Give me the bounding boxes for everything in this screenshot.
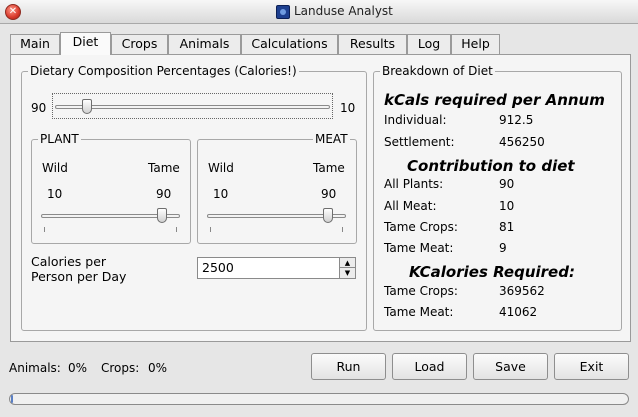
- app-icon: [276, 5, 290, 19]
- all-plants-value: 90: [499, 177, 515, 191]
- plant-wild-label: Wild: [42, 161, 68, 175]
- progress-fill: [11, 395, 13, 403]
- settlement-value: 456250: [499, 135, 545, 149]
- meat-slider-tick: [342, 227, 343, 232]
- plant-slider[interactable]: [40, 208, 182, 232]
- all-meat-value: 10: [499, 199, 515, 213]
- tab-calculations[interactable]: Calculations: [241, 34, 338, 54]
- plant-group-title: PLANT: [38, 132, 81, 146]
- meat-percent-value: 10: [340, 101, 356, 115]
- plant-slider-tick: [44, 227, 45, 232]
- tab-crops[interactable]: Crops: [111, 34, 168, 54]
- meat-slider-tick: [210, 227, 211, 232]
- all-plants-label: All Plants:: [384, 177, 444, 191]
- stepper-up-icon[interactable]: ▲: [340, 258, 355, 268]
- meat-group-title: MEAT: [313, 132, 350, 146]
- exit-button[interactable]: Exit: [554, 353, 629, 380]
- individual-value: 912.5: [499, 113, 534, 127]
- tab-main[interactable]: Main: [10, 34, 60, 54]
- tame-meat-label: Tame Meat:: [384, 241, 454, 255]
- kcalories-heading: KCalories Required:: [409, 263, 575, 281]
- kc-tame-meat-value: 41062: [499, 305, 538, 319]
- run-button[interactable]: Run: [311, 353, 386, 380]
- plant-slider-handle[interactable]: [157, 208, 168, 223]
- settlement-label: Settlement:: [384, 135, 455, 149]
- calories-label-line1: Calories per: [31, 254, 107, 269]
- kc-tame-crops-label: Tame Crops:: [384, 284, 458, 298]
- plant-percent-value: 90: [31, 101, 47, 115]
- contribution-heading: Contribution to diet: [407, 157, 575, 175]
- tab-log[interactable]: Log: [407, 34, 451, 54]
- meat-tame-label: Tame: [313, 161, 345, 175]
- calories-input[interactable]: 2500: [197, 257, 340, 279]
- window-title: Landuse Analyst: [294, 4, 393, 18]
- plant-tame-label: Tame: [148, 161, 180, 175]
- plant-wild-value: 10: [47, 187, 63, 201]
- tab-diet[interactable]: Diet: [60, 32, 111, 55]
- tab-animals[interactable]: Animals: [168, 34, 241, 54]
- meat-wild-label: Wild: [208, 161, 234, 175]
- tame-crops-label: Tame Crops:: [384, 220, 458, 234]
- meat-wild-value: 10: [213, 187, 229, 201]
- meat-slider[interactable]: [206, 208, 348, 232]
- individual-label: Individual:: [384, 113, 447, 127]
- kc-tame-crops-value: 369562: [499, 284, 545, 298]
- plant-meat-slider-track: [55, 105, 330, 109]
- title-bar: ✕ Landuse Analyst: [0, 0, 638, 24]
- plant-tame-value: 90: [156, 187, 172, 201]
- plant-meat-slider-handle[interactable]: [81, 99, 92, 114]
- meat-tame-value: 90: [321, 187, 337, 201]
- all-meat-label: All Meat:: [384, 199, 437, 213]
- tab-help[interactable]: Help: [451, 34, 500, 54]
- tame-meat-value: 9: [499, 241, 507, 255]
- animals-status-label: Animals:: [9, 361, 61, 375]
- calories-label-line2: Person per Day: [31, 269, 127, 284]
- dietary-composition-title: Dietary Composition Percentages (Calorie…: [28, 64, 299, 78]
- animals-status-value: 0%: [68, 361, 88, 375]
- kc-tame-meat-label: Tame Meat:: [384, 305, 454, 319]
- progress-bar: [9, 393, 629, 405]
- kcals-heading: kCals required per Annum: [384, 91, 605, 109]
- plant-meat-slider[interactable]: [52, 93, 333, 119]
- save-button[interactable]: Save: [473, 353, 548, 380]
- tame-crops-value: 81: [499, 220, 515, 234]
- breakdown-title: Breakdown of Diet: [380, 64, 495, 78]
- close-icon[interactable]: ✕: [5, 4, 21, 20]
- tab-results[interactable]: Results: [338, 34, 407, 54]
- meat-slider-handle[interactable]: [323, 208, 334, 223]
- stepper-down-icon[interactable]: ▼: [340, 268, 355, 278]
- plant-slider-tick: [176, 227, 177, 232]
- crops-status-value: 0%: [148, 361, 168, 375]
- load-button[interactable]: Load: [392, 353, 467, 380]
- calories-stepper[interactable]: ▲ ▼: [339, 257, 356, 279]
- crops-status-label: Crops:: [101, 361, 140, 375]
